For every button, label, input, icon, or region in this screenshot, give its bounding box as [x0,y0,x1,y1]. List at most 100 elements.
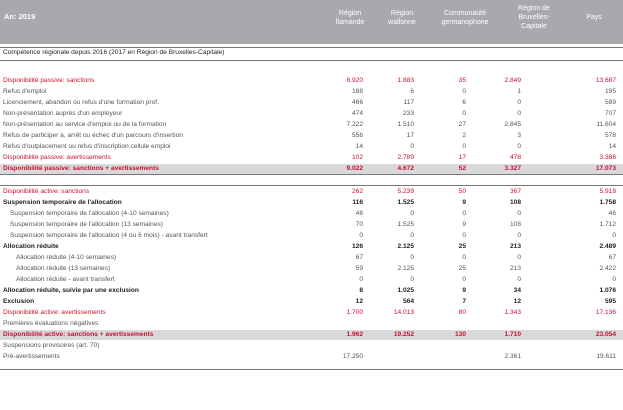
row-value: 19.611 [596,353,616,360]
row-value: 0 [517,110,521,117]
row-label: Licenciement, abandon ou refus d'une for… [3,99,159,106]
row-value: 1.758 [599,199,616,206]
row-value: 1.525 [397,199,414,206]
row-label: Refus de participer à, arrêt ou échec d'… [3,132,183,139]
row-value: 35 [458,77,466,84]
row-value: 14.013 [393,309,414,316]
row-label: Suspension temporaire de l'allocation (4… [10,232,208,239]
table-row: Suspensions provisoires (art. 70) [0,341,623,351]
row-value: 108 [509,221,521,228]
row-value: 12 [355,298,363,305]
table-row: Allocation réduite (13 semaines) 59 2.125 2… [0,264,623,274]
row-value: 11.604 [596,121,616,128]
col-communaute-germanophone: Communauté germanophone [441,10,489,26]
row-value: 13.687 [595,77,616,84]
row-value: 50 [458,188,466,195]
row-value: 578 [604,132,616,139]
col-region-flamande: Région flamande [335,10,365,26]
row-value: 19.252 [393,331,414,338]
row-value: 0 [410,254,414,261]
row-value: 25 [458,243,466,250]
row-value: 52 [458,165,466,172]
table-row: Licenciement, abandon ou refus d'une for… [0,98,623,108]
row-label: Suspensions provisoires (art. 70) [3,342,100,349]
row-value: 2.361 [504,353,521,360]
row-value: 59 [355,265,363,272]
row-value: 102 [351,154,363,161]
row-value: 5.239 [397,188,414,195]
row-label: Refus d'outplacement ou refus d'inscript… [3,143,171,150]
row-value: 5.918 [599,188,616,195]
table-row: Allocation réduite (4-10 semaines) 67 0 0 0 6… [0,253,623,263]
row-value: 0 [410,232,414,239]
row-value: 466 [351,99,363,106]
row-value: 0 [359,276,363,283]
row-value: 556 [351,132,363,139]
row-value: 17 [458,154,466,161]
row-value: 70 [355,221,363,228]
row-value: 0 [517,143,521,150]
row-label: Allocation réduite (4-10 semaines) [16,254,117,261]
row-label: Suspension temporaire de l'allocation (4… [10,210,169,217]
table-row: Allocation réduite 126 2.125 25 213 2.489 [0,242,623,252]
row-label: Allocation réduite - avant transfert [16,276,115,283]
row-value: 25 [458,265,466,272]
table-row: Refus d'outplacement ou refus d'inscript… [0,142,623,152]
row-value: 1 [517,88,521,95]
row-label: Allocation réduite [3,243,59,250]
row-value: 2.125 [397,265,414,272]
row-value: 213 [509,243,521,250]
section-title: Compétence régionale depuis 2016 (2017 e… [0,48,623,58]
row-value: 589 [604,99,616,106]
row-value: 9 [462,199,466,206]
row-value: 27 [458,121,466,128]
table-row: Refus d'emploi 188 6 0 1 195 [0,87,623,97]
row-label: Refus d'emploi [3,88,47,95]
divider [0,174,623,175]
table-row: Non-présentation auprès d'un employeur 47… [0,109,623,119]
row-value: 108 [509,199,521,206]
row-value: 34 [513,287,521,294]
table-row: Suspension temporaire de l'allocation 116… [0,198,623,208]
row-value: 8.920 [346,77,363,84]
row-value: 116 [352,199,363,206]
row-value: 7.222 [346,121,363,128]
row-value: 0 [612,232,616,239]
section-title-text: Compétence régionale depuis 2016 (2017 e… [3,49,225,56]
table-row: Disponibilité active: sanctions 262 5.239 5… [0,187,623,197]
table-row: Exclusion 12 564 7 12 595 [0,297,623,307]
row-value: 130 [454,331,466,338]
row-value: 9.022 [346,165,363,172]
row-value: 2.489 [599,243,616,250]
row-value: 0 [517,99,521,106]
table-row: Allocation réduite, suivie par une exclu… [0,286,623,296]
row-value: 1.343 [504,309,521,316]
row-value: 474 [351,110,363,117]
row-label: Suspension temporaire de l'allocation (1… [10,221,163,228]
table-row: Disponibilité passive: sanctions + avert… [0,164,623,174]
row-value: 4.672 [397,165,414,172]
table-row: Disponibilité active: avertissements 1.70… [0,308,623,318]
table-row: Suspension temporaire de l'allocation (4… [0,231,623,241]
row-label: Disponibilité passive: avertissements [3,154,111,161]
row-label: Disponibilité passive: sanctions [3,77,95,84]
table-row: Disponibilité passive: sanctions 8.920 1.8… [0,76,623,86]
table-header: An: 2019 Région flamande Région wallonne… [0,0,623,44]
row-label: Disponibilité active: avertissements [3,309,106,316]
row-value: 0 [462,232,466,239]
row-value: 1.712 [599,221,616,228]
row-label: Pré-avertissements [3,353,60,360]
row-value: 6 [410,88,414,95]
row-label: Premières évaluations négatives [3,320,99,327]
row-value: 17.136 [595,309,616,316]
row-value: 126 [351,243,363,250]
table-row: Premières évaluations négatives [0,319,623,329]
row-value: 0 [462,210,466,217]
row-value: 14 [608,143,616,150]
row-label: Non-présentation auprès d'un employeur [3,110,123,117]
row-value: 6 [462,99,466,106]
row-value: 0 [410,210,414,217]
row-label: Suspension temporaire de l'allocation [3,199,122,206]
row-value: 8 [359,287,363,294]
row-value: 67 [608,254,616,261]
